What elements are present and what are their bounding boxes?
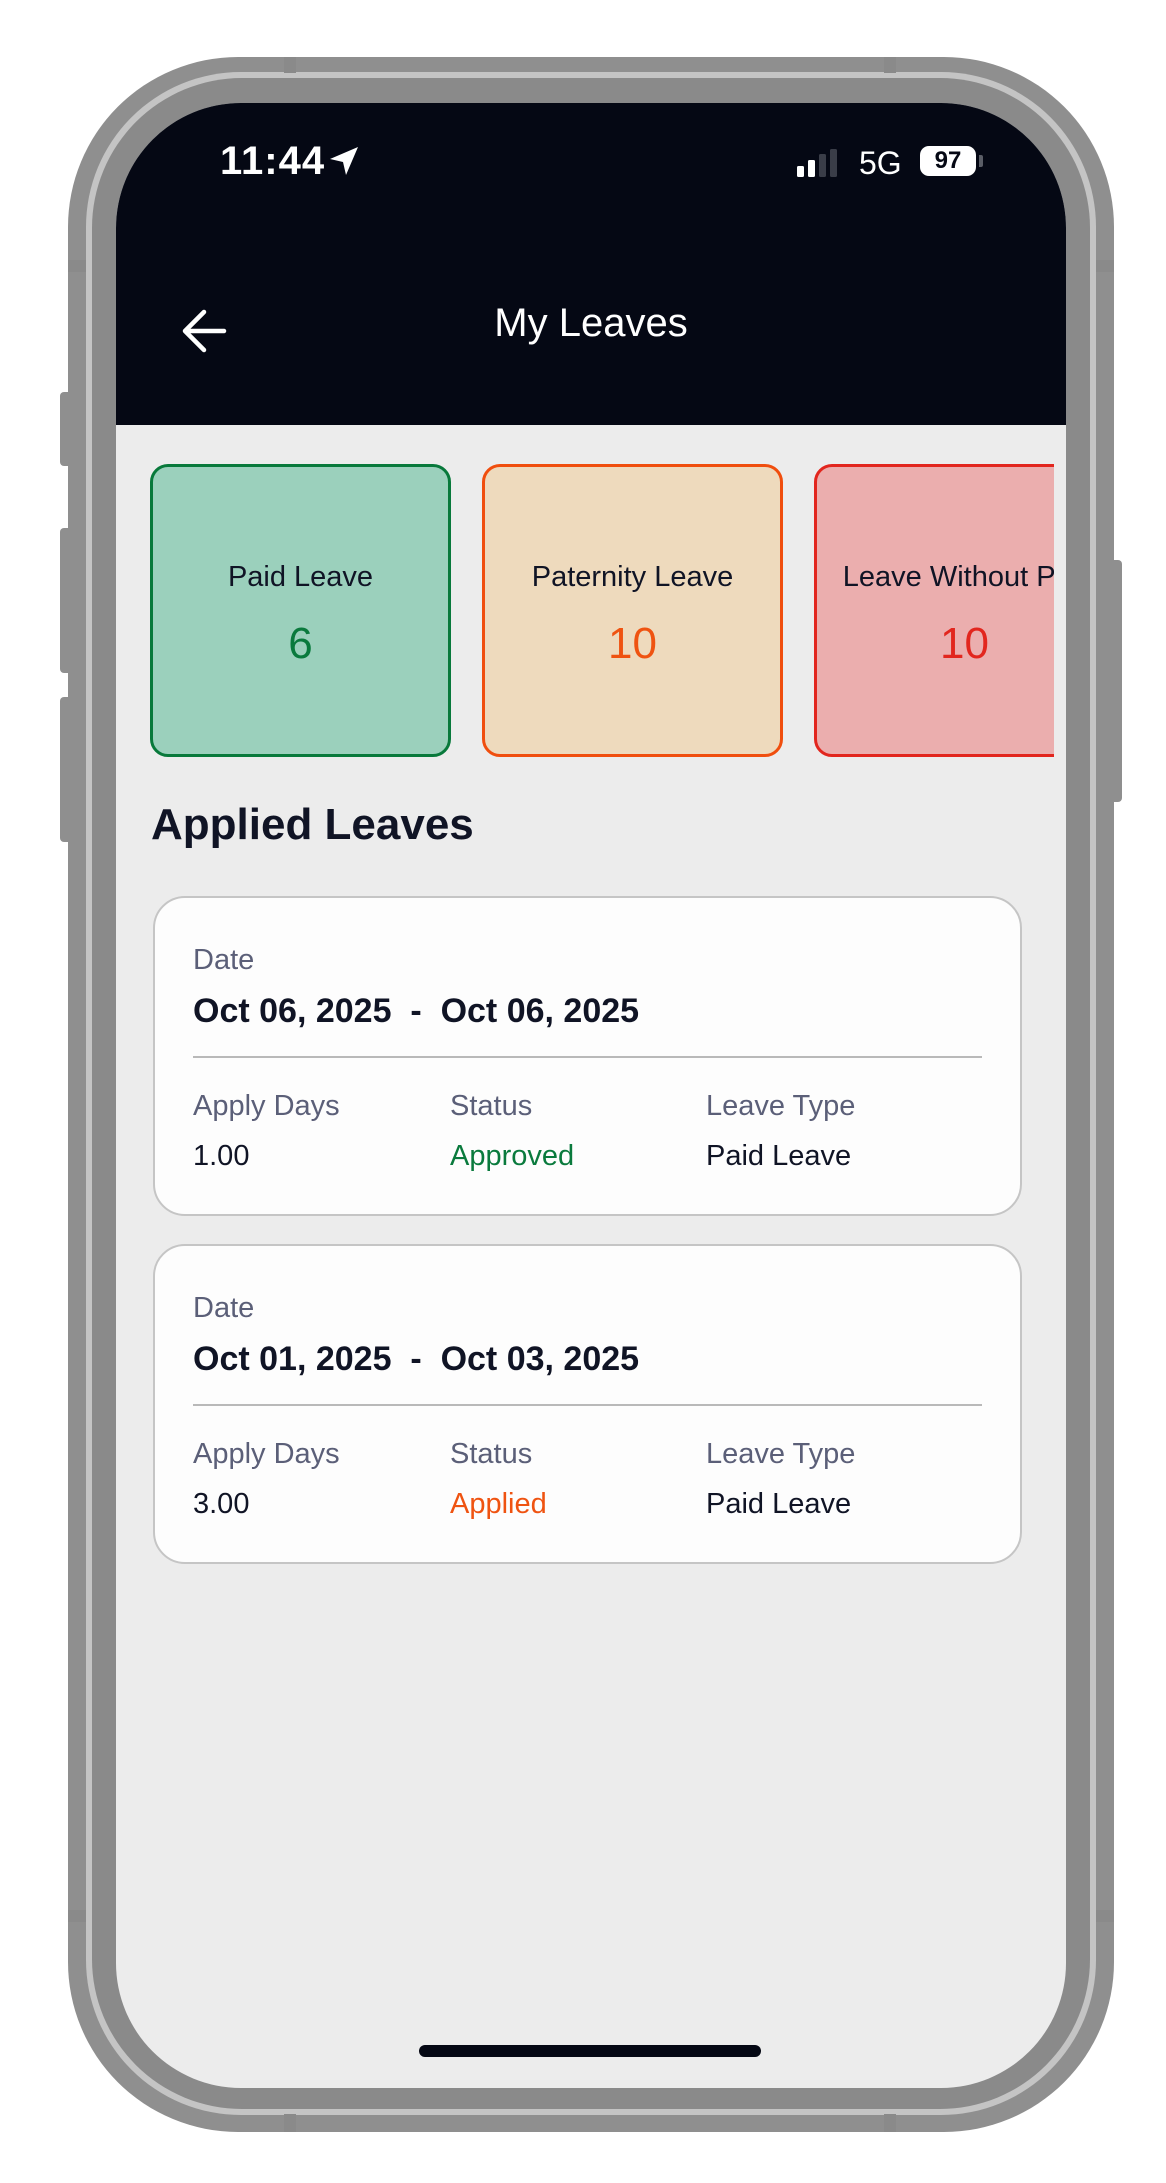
frame-seam xyxy=(1096,260,1114,272)
frame-seam xyxy=(68,1910,86,1922)
cellular-signal-icon xyxy=(797,149,837,177)
leave-balance-card-without-pay[interactable]: Leave Without Pay 10 xyxy=(814,464,1054,757)
leave-balance-card-paid[interactable]: Paid Leave 6 xyxy=(150,464,451,757)
screen: 11:44 5G 97 My Leaves Paid Leave 6 Pater… xyxy=(116,103,1066,2088)
volume-up-button xyxy=(60,528,72,673)
leave-balance-carousel[interactable]: Paid Leave 6 Paternity Leave 10 Leave Wi… xyxy=(116,459,1054,759)
date-range: Oct 06, 2025 - Oct 06, 2025 xyxy=(193,992,640,1030)
card-divider xyxy=(193,1404,982,1406)
date-label: Date xyxy=(193,1292,255,1324)
apply-days-value: 1.00 xyxy=(193,1140,250,1172)
location-arrow-icon xyxy=(330,147,358,175)
app-header: 11:44 5G 97 My Leaves xyxy=(116,103,1066,425)
leave-balance-count: 6 xyxy=(288,619,313,668)
home-indicator[interactable] xyxy=(419,2045,761,2057)
volume-down-button xyxy=(60,697,72,842)
frame-seam xyxy=(68,260,86,272)
page-title: My Leaves xyxy=(494,301,688,345)
battery-icon: 97 xyxy=(920,146,976,176)
leave-type-label: Leave Type xyxy=(706,1090,856,1122)
date-label: Date xyxy=(193,944,255,976)
apply-days-label: Apply Days xyxy=(193,1438,340,1470)
leave-balance-count: 10 xyxy=(608,619,657,668)
leave-balance-name: Paid Leave xyxy=(227,561,374,593)
power-button xyxy=(1110,560,1122,802)
frame-seam xyxy=(884,2114,896,2132)
battery-tip xyxy=(979,155,983,167)
applied-leaves-heading: Applied Leaves xyxy=(151,800,474,849)
leave-balance-name: Leave Without Pay xyxy=(842,561,1054,593)
leave-type-value: Paid Leave xyxy=(706,1140,852,1172)
mute-switch xyxy=(60,392,72,466)
status-label: Status xyxy=(450,1438,533,1470)
leave-balance-name: Paternity Leave xyxy=(531,561,734,593)
frame-seam xyxy=(284,2114,296,2132)
status-value: Approved xyxy=(450,1140,575,1172)
apply-days-label: Apply Days xyxy=(193,1090,340,1122)
applied-leave-card[interactable]: Date Oct 01, 2025 - Oct 03, 2025 Apply D… xyxy=(153,1244,1022,1564)
applied-leave-card[interactable]: Date Oct 06, 2025 - Oct 06, 2025 Apply D… xyxy=(153,896,1022,1216)
leave-type-value: Paid Leave xyxy=(706,1488,852,1520)
leave-balance-count: 10 xyxy=(940,619,989,668)
frame-seam xyxy=(884,57,896,73)
status-time: 11:44 xyxy=(220,139,326,183)
status-value: Applied xyxy=(450,1488,547,1520)
leave-balance-card-paternity[interactable]: Paternity Leave 10 xyxy=(482,464,783,757)
date-range: Oct 01, 2025 - Oct 03, 2025 xyxy=(193,1340,640,1378)
frame-seam xyxy=(284,57,296,73)
status-label: Status xyxy=(450,1090,533,1122)
frame-seam xyxy=(1096,1910,1114,1922)
leave-type-label: Leave Type xyxy=(706,1438,856,1470)
card-divider xyxy=(193,1056,982,1058)
apply-days-value: 3.00 xyxy=(193,1488,250,1520)
network-type: 5G xyxy=(859,145,902,181)
